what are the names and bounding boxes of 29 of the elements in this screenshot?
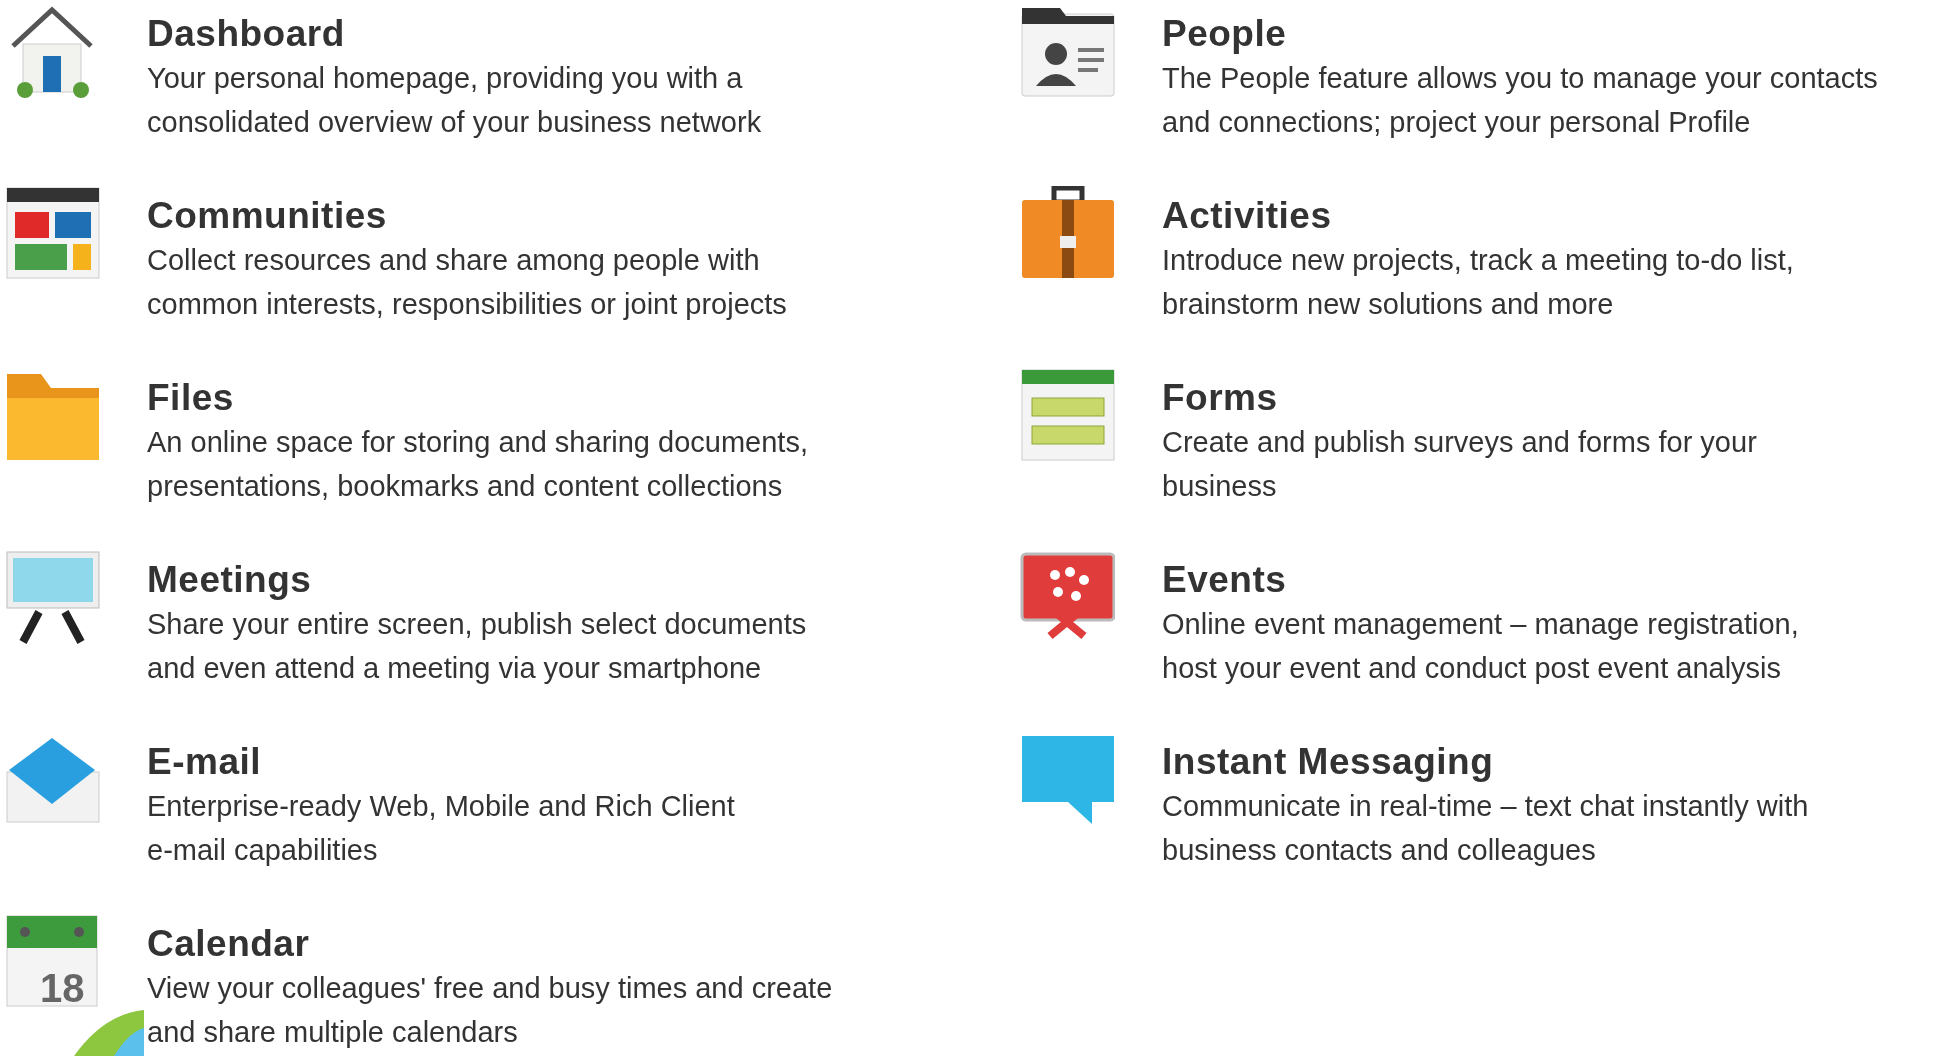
briefcase-icon xyxy=(1020,186,1115,281)
feature-title: Instant Messaging xyxy=(1162,740,1495,784)
feature-title: People xyxy=(1162,12,1288,56)
feature-description: Communicate in real-time – text chat instantly with business contacts and colleagues xyxy=(1162,789,1809,868)
feature-description: Introduce new projects, track a meeting to-do list, brainstorm new solutions and more xyxy=(1162,243,1794,322)
tiles-icon xyxy=(5,186,100,281)
calendar-icon xyxy=(5,914,100,1009)
feature-title: Events xyxy=(1162,558,1288,602)
feature-title: Meetings xyxy=(147,558,313,602)
feature-description: Your personal homepage, providing you with a consolidated overview of your business network xyxy=(147,61,762,140)
arc-graphic xyxy=(74,1010,144,1056)
feature-title: Calendar xyxy=(147,922,311,966)
feature-description: Collect resources and share among people with common interests, responsibilities or joint projects xyxy=(147,243,787,322)
feature-description: Online event management – manage registration, host your event and conduct post event analysis xyxy=(1162,607,1799,686)
feature-title: Dashboard xyxy=(147,12,346,56)
feature-title: Files xyxy=(147,376,235,420)
feature-description: An online space for storing and sharing documents, presentations, bookmarks and content collections xyxy=(147,425,808,504)
feature-description: The People feature allows you to manage your contacts and connections; project your personal Profile xyxy=(1162,61,1878,140)
feature-title: Communities xyxy=(147,194,388,238)
form-icon xyxy=(1020,368,1115,463)
feature-description: Enterprise-ready Web, Mobile and Rich Client e-mail capabilities xyxy=(147,789,735,868)
projector-screen-icon xyxy=(5,550,100,645)
feature-title: Activities xyxy=(1162,194,1333,238)
feature-description: View your colleagues' free and busy times and create and share multiple calendars xyxy=(147,971,833,1050)
calendar-day: 18 xyxy=(40,958,85,1018)
feature-description: Share your entire screen, publish select documents and even attend a meeting via your smartphone xyxy=(147,607,807,686)
feature-title: Forms xyxy=(1162,376,1279,420)
feature-description: Create and publish surveys and forms for your business xyxy=(1162,425,1757,504)
feature-title: E-mail xyxy=(147,740,263,784)
